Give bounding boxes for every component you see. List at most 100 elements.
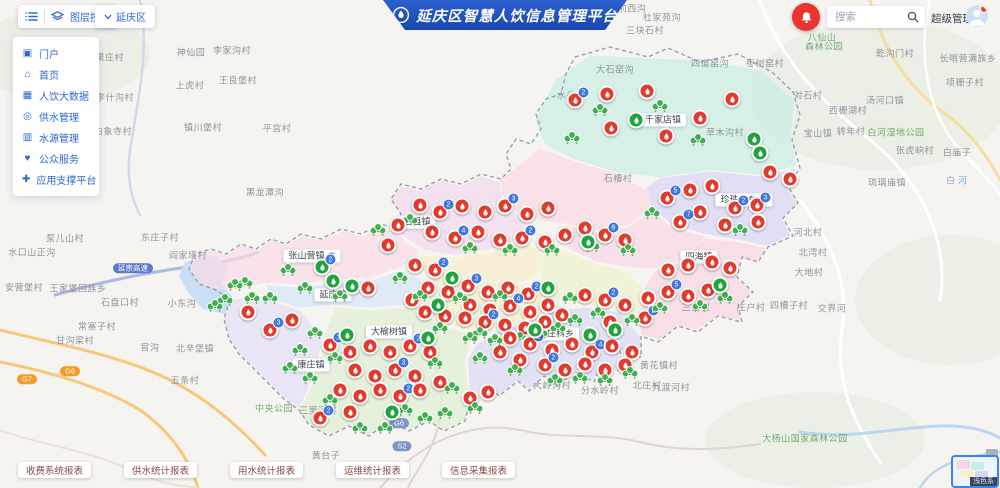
station-marker-red[interactable] <box>577 287 594 304</box>
station-marker-red[interactable] <box>477 204 494 221</box>
station-marker-red[interactable] <box>424 224 441 241</box>
station-marker-red[interactable]: 2 <box>567 92 584 109</box>
station-marker-red[interactable] <box>382 344 399 361</box>
station-marker-green[interactable] <box>325 273 342 290</box>
station-marker-red[interactable] <box>470 224 487 241</box>
map-canvas[interactable]: 延庆区智慧人饮信息管理平台 图层控制 延庆区 ▣门户 ⌂首页 ▦人饮大数据 ◎供… <box>0 0 1000 488</box>
station-marker-red[interactable] <box>360 280 377 297</box>
village-marker[interactable] <box>486 333 504 352</box>
station-marker-red[interactable] <box>658 128 675 145</box>
station-marker-green[interactable] <box>430 297 447 314</box>
station-marker-green[interactable] <box>582 327 599 344</box>
village-marker[interactable] <box>471 351 489 370</box>
report-button-supply[interactable]: 供水统计报表 <box>124 462 197 478</box>
village-marker[interactable] <box>651 301 669 320</box>
village-marker[interactable] <box>279 263 297 282</box>
station-marker-green[interactable] <box>339 327 356 344</box>
district-dropdown[interactable]: 延庆区 <box>95 5 155 28</box>
menu-item-public-service[interactable]: ♥公众服务 <box>13 148 99 169</box>
village-marker[interactable] <box>296 281 314 300</box>
station-marker-red[interactable] <box>407 257 424 274</box>
village-marker[interactable] <box>411 289 429 308</box>
station-marker-red[interactable] <box>342 404 359 421</box>
report-button-usage[interactable]: 用水统计报表 <box>230 462 303 478</box>
station-marker-green[interactable] <box>752 145 769 162</box>
basemap-switcher[interactable]: 浅色系 <box>951 455 999 488</box>
village-marker[interactable] <box>563 131 581 150</box>
alarm-button[interactable] <box>792 3 820 31</box>
station-marker-red[interactable]: 3 <box>262 322 279 339</box>
station-marker-red[interactable] <box>680 257 697 274</box>
station-marker-red[interactable] <box>704 178 721 195</box>
village-marker[interactable] <box>589 306 607 325</box>
village-marker[interactable] <box>326 351 344 370</box>
village-marker[interactable] <box>451 291 469 310</box>
village-marker[interactable] <box>331 289 349 308</box>
menu-item-home[interactable]: ⌂首页 <box>13 64 99 85</box>
station-marker-red[interactable] <box>347 362 364 379</box>
report-button-ops[interactable]: 运维统计报表 <box>336 462 409 478</box>
magnifier-icon[interactable] <box>907 11 919 23</box>
search-input[interactable] <box>827 11 907 23</box>
village-marker[interactable] <box>619 243 637 262</box>
station-marker-red[interactable] <box>372 382 389 399</box>
village-marker[interactable] <box>321 393 339 412</box>
report-button-collect[interactable]: 信息采集报表 <box>442 462 515 478</box>
village-marker[interactable] <box>426 356 444 375</box>
station-marker-red[interactable] <box>750 214 767 231</box>
village-marker[interactable] <box>506 363 524 382</box>
village-marker[interactable] <box>461 331 479 350</box>
village-marker[interactable] <box>206 299 224 318</box>
station-marker-green[interactable] <box>712 277 729 294</box>
report-button-billing[interactable]: 收费系统报表 <box>18 462 91 478</box>
station-marker-red[interactable] <box>390 217 407 234</box>
menu-item-portal[interactable]: ▣门户 <box>13 43 99 64</box>
village-marker[interactable] <box>416 411 434 430</box>
village-marker[interactable] <box>561 291 579 310</box>
station-marker-green[interactable] <box>527 322 544 339</box>
station-marker-red[interactable]: 3 <box>497 198 514 215</box>
village-marker[interactable] <box>376 421 394 440</box>
village-marker[interactable] <box>491 289 509 308</box>
station-marker-red[interactable] <box>724 91 741 108</box>
station-marker-green[interactable] <box>540 280 557 297</box>
station-marker-red[interactable] <box>704 254 721 271</box>
station-marker-red[interactable]: 2 <box>727 200 744 217</box>
village-marker[interactable] <box>543 243 561 262</box>
village-marker[interactable] <box>501 243 519 262</box>
station-marker-red[interactable] <box>412 382 429 399</box>
station-marker-red[interactable] <box>692 110 709 127</box>
station-marker-red[interactable] <box>284 312 301 329</box>
station-marker-red[interactable] <box>240 304 257 321</box>
station-marker-green[interactable] <box>384 404 401 421</box>
station-marker-green[interactable] <box>607 322 624 339</box>
village-marker[interactable] <box>591 103 609 122</box>
station-marker-red[interactable] <box>639 83 656 100</box>
village-marker[interactable] <box>571 371 589 390</box>
user-avatar[interactable] <box>966 5 988 27</box>
village-marker[interactable] <box>291 343 309 362</box>
station-marker-red[interactable] <box>599 86 616 103</box>
station-marker-red[interactable] <box>540 200 557 217</box>
station-marker-red[interactable] <box>722 260 739 277</box>
station-marker-red[interactable] <box>762 164 779 181</box>
station-marker-red[interactable]: 2 <box>432 204 449 221</box>
village-marker[interactable] <box>351 421 369 440</box>
station-marker-red[interactable] <box>660 262 677 279</box>
village-marker[interactable] <box>651 99 669 118</box>
station-marker-green[interactable] <box>628 112 645 129</box>
village-marker[interactable] <box>731 223 749 242</box>
station-marker-red[interactable]: 2 <box>537 357 554 374</box>
station-marker-red[interactable] <box>412 197 429 214</box>
village-marker[interactable] <box>436 406 454 425</box>
station-marker-green[interactable] <box>444 270 461 287</box>
village-marker[interactable] <box>623 313 641 332</box>
station-marker-red[interactable]: 2 <box>402 338 419 355</box>
village-marker[interactable] <box>301 371 319 390</box>
village-marker[interactable] <box>369 223 387 242</box>
station-marker-red[interactable] <box>782 171 799 188</box>
station-marker-red[interactable] <box>454 198 471 215</box>
village-marker[interactable] <box>391 271 409 290</box>
station-marker-green[interactable] <box>420 330 437 347</box>
village-marker[interactable] <box>466 401 484 420</box>
